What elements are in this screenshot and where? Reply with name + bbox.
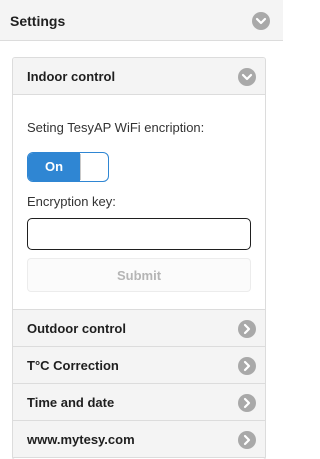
chevron-right-icon[interactable]: [238, 357, 256, 375]
section-time-and-date[interactable]: Time and date: [13, 384, 265, 421]
encryption-key-input[interactable]: [27, 218, 251, 250]
chevron-down-icon[interactable]: [252, 12, 270, 30]
chevron-right-icon[interactable]: [238, 394, 256, 412]
encryption-key-label: Encryption key:: [27, 194, 116, 209]
section-label: Outdoor control: [27, 321, 126, 336]
submit-button[interactable]: Submit: [27, 258, 251, 292]
chevron-right-icon[interactable]: [238, 320, 256, 338]
indoor-control-label: Indoor control: [27, 69, 116, 84]
section-temperature-correction[interactable]: T°C Correction: [13, 347, 265, 384]
encryption-toggle[interactable]: On: [27, 152, 109, 182]
indoor-control-header[interactable]: Indoor control: [13, 58, 265, 95]
section-label: T°C Correction: [27, 358, 119, 373]
settings-panel: Indoor control Seting TesyAP WiFi encrip…: [12, 57, 266, 459]
section-label: Time and date: [27, 395, 115, 410]
chevron-right-icon[interactable]: [238, 431, 256, 449]
toggle-knob[interactable]: [80, 154, 107, 180]
section-mytesy[interactable]: www.mytesy.com: [13, 421, 265, 458]
section-label: www.mytesy.com: [27, 432, 135, 447]
page-title: Settings: [10, 13, 66, 29]
wifi-encryption-label: Seting TesyAP WiFi encription:: [27, 120, 205, 135]
section-outdoor-control[interactable]: Outdoor control: [13, 310, 265, 347]
toggle-on-label: On: [28, 153, 80, 181]
settings-header[interactable]: Settings: [0, 0, 283, 41]
settings-page: Settings Indoor control Seting TesyAP Wi…: [0, 0, 283, 459]
chevron-down-icon[interactable]: [238, 68, 256, 86]
